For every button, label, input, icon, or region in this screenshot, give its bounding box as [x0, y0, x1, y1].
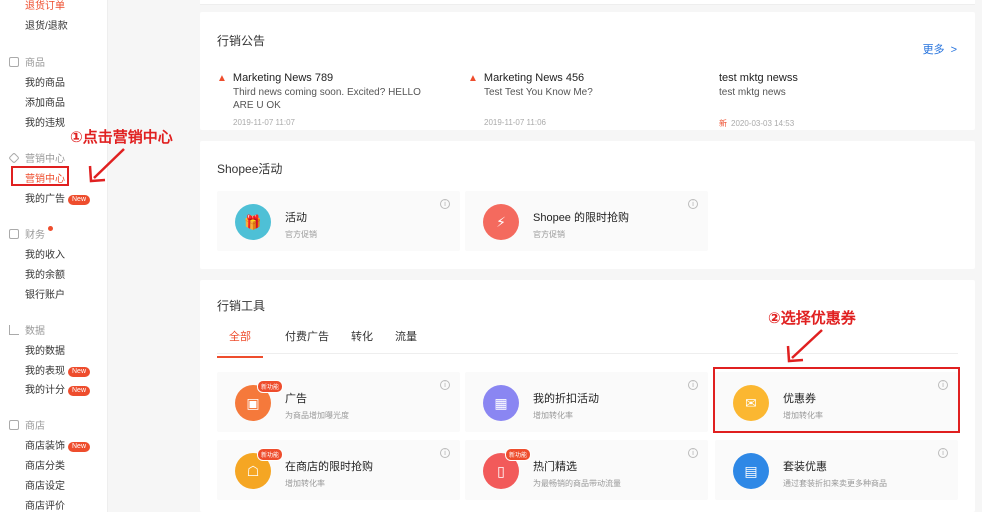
- card-top-picks[interactable]: ▯ 新功能 热门精选 为最畅销的商品带动流量 i: [465, 440, 708, 500]
- new-tag: 新: [719, 119, 727, 128]
- sidebar-item-shop-reviews[interactable]: 商店评价: [25, 497, 65, 512]
- sidebar-item-shop-settings[interactable]: 商店设定: [25, 477, 65, 492]
- highlight-voucher-card: [713, 367, 960, 433]
- news-item[interactable]: ▲ Marketing News 789 Third news coming so…: [217, 72, 437, 127]
- info-icon[interactable]: i: [938, 448, 948, 458]
- gift-icon: 🎁: [235, 204, 271, 240]
- info-icon[interactable]: i: [688, 199, 698, 209]
- flash-icon: ⚡: [483, 204, 519, 240]
- sidebar-item-score[interactable]: 我的计分 New: [25, 381, 91, 396]
- sidebar-item-returns-refunds[interactable]: 退货/退款: [25, 17, 68, 32]
- tag-icon: [8, 151, 20, 164]
- announcements-panel: 行销公告 更多 > ▲ Marketing News 789 Third news …: [200, 12, 975, 130]
- sidebar-item-return-orders[interactable]: 退货订单: [25, 0, 65, 12]
- sidebar-item-bank-account[interactable]: 银行账户: [25, 286, 65, 301]
- more-link[interactable]: 更多 >: [923, 41, 957, 57]
- wallet-icon: [9, 228, 19, 239]
- new-feature-badge: 新功能: [257, 448, 284, 461]
- card-shopee-flash-sale[interactable]: ⚡ Shopee 的限时抢购 官方促销 i: [465, 191, 708, 251]
- sidebar-item-shop-categories[interactable]: 商店分类: [25, 457, 65, 472]
- sidebar: 退货订单 退货/退款 商品 我的商品 添加商品 我的违规 营销中心 营销中心 我…: [0, 0, 108, 512]
- card-activity[interactable]: 🎁 活动 官方促销 i: [217, 191, 460, 251]
- news-item[interactable]: test mktg newss test mktg news 新 2020-03-…: [719, 72, 939, 129]
- info-icon[interactable]: i: [440, 448, 450, 458]
- new-feature-badge: 新功能: [505, 448, 532, 461]
- info-icon[interactable]: i: [440, 199, 450, 209]
- tabs-divider: [217, 353, 958, 354]
- annotation-step2: ②选择优惠券: [768, 310, 856, 327]
- flame-icon: ▲: [468, 72, 478, 84]
- chart-icon: [9, 324, 19, 335]
- sidebar-item-my-products[interactable]: 我的商品: [25, 74, 65, 89]
- sidebar-item-shop-decoration[interactable]: 商店装饰 New: [25, 437, 91, 452]
- card-bundle-deals[interactable]: ▤ 套装优惠 通过套装折扣来卖更多种商品 i: [715, 440, 958, 500]
- info-icon[interactable]: i: [440, 380, 450, 390]
- top-panel-edge: [200, 0, 975, 5]
- sidebar-group-marketing: 营销中心: [8, 150, 65, 165]
- info-icon[interactable]: i: [688, 448, 698, 458]
- highlight-marketing-centre: [11, 166, 69, 186]
- card-shop-flash-sale[interactable]: ☖ 新功能 在商店的限时抢购 增加转化率 i: [217, 440, 460, 500]
- flame-icon: ▲: [217, 72, 227, 84]
- bundle-icon: ▤: [733, 453, 769, 489]
- shopee-activity-panel: Shopee活动 🎁 活动 官方促销 i ⚡ Shopee 的限时抢购 官方促销…: [200, 141, 975, 269]
- info-icon[interactable]: i: [688, 380, 698, 390]
- sidebar-item-label: 我的表现: [25, 366, 65, 377]
- sidebar-item-label: 我的广告: [25, 194, 65, 205]
- new-badge: New: [68, 442, 91, 452]
- sidebar-item-my-data[interactable]: 我的数据: [25, 342, 65, 357]
- sidebar-item-my-ads[interactable]: 我的广告 New: [25, 190, 91, 205]
- sidebar-item-label: 我的计分: [25, 385, 65, 396]
- card-ads[interactable]: ▣ 新功能 广告 为商品增加曝光度 i: [217, 372, 460, 432]
- sidebar-item-income[interactable]: 我的收入: [25, 246, 65, 261]
- new-badge: New: [68, 195, 91, 205]
- product-icon: [9, 56, 19, 67]
- shop-icon: [9, 419, 19, 430]
- sidebar-group-products: 商品: [9, 54, 45, 69]
- new-badge: New: [68, 386, 91, 396]
- card-my-discounts[interactable]: ▦ 我的折扣活动 增加转化率 i: [465, 372, 708, 432]
- chevron-right-icon: >: [950, 44, 957, 56]
- announcements-title: 行销公告: [217, 34, 266, 48]
- sidebar-group-shop: 商店: [9, 417, 45, 432]
- sidebar-item-add-product[interactable]: 添加商品: [25, 94, 65, 109]
- sidebar-item-balance[interactable]: 我的余额: [25, 266, 65, 281]
- notification-dot: [48, 226, 53, 231]
- sidebar-item-violations[interactable]: 我的违规: [25, 114, 65, 129]
- annotation-step1: ①点击营销中心: [70, 129, 173, 146]
- new-badge: New: [68, 367, 91, 377]
- annotation-arrow-2: [786, 329, 823, 363]
- new-feature-badge: 新功能: [257, 380, 284, 393]
- annotation-arrow-1: [88, 148, 125, 183]
- marketing-tools-title: 行销工具: [217, 299, 266, 313]
- discount-icon: ▦: [483, 385, 519, 421]
- shopee-activity-title: Shopee活动: [217, 162, 283, 176]
- sidebar-item-performance[interactable]: 我的表现 New: [25, 362, 91, 377]
- sidebar-group-data: 数据: [9, 322, 45, 337]
- sidebar-group-finance: 财务: [9, 226, 53, 241]
- news-item[interactable]: ▲ Marketing News 456 Test Test You Know M…: [468, 72, 688, 127]
- sidebar-item-label: 商店装饰: [25, 441, 65, 452]
